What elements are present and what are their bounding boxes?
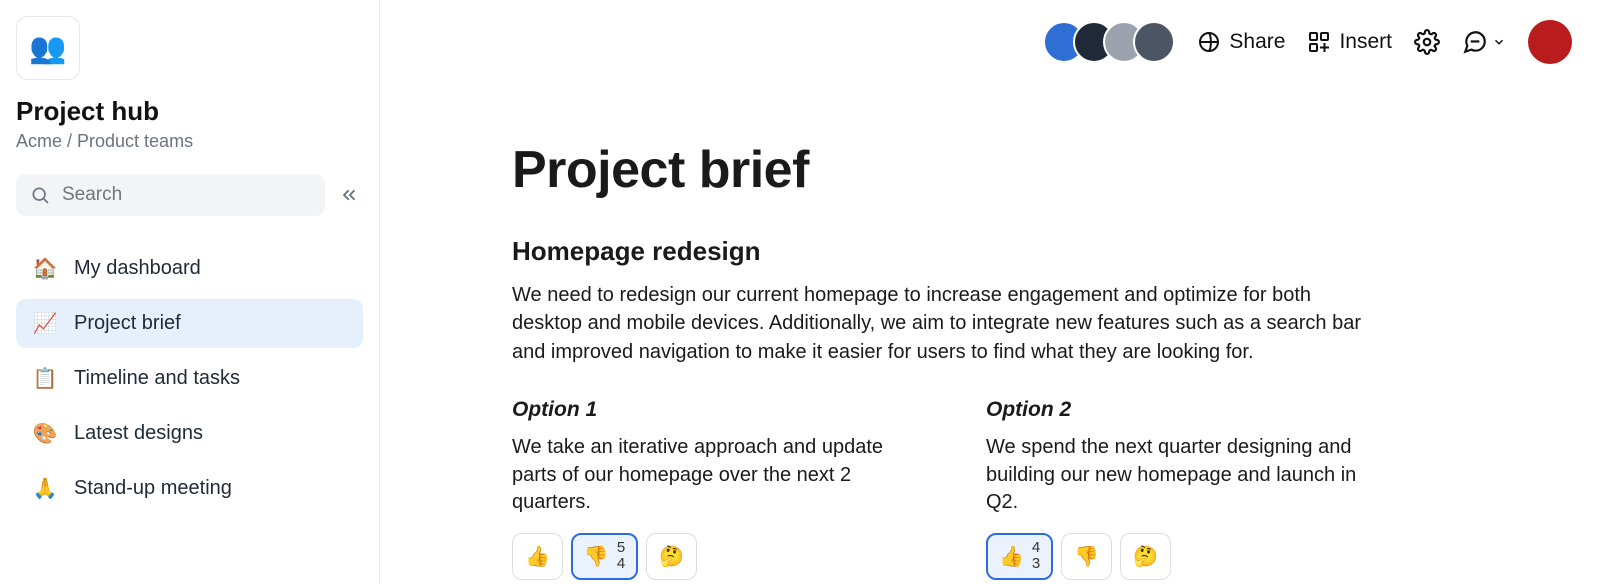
thumbs-up-icon: 👍 <box>999 544 1024 569</box>
reaction-row: 👍 4 3 👎 🤔 <box>986 533 1380 580</box>
reaction-thumbs-up[interactable]: 👍 <box>512 533 563 580</box>
reaction-thumbs-down[interactable]: 👎 5 4 <box>571 533 638 580</box>
nav-item-label: My dashboard <box>74 257 201 280</box>
thumbs-down-icon: 👎 <box>1074 544 1099 569</box>
nav-item-dashboard[interactable]: 🏠 My dashboard <box>16 244 363 293</box>
document: Project brief Homepage redesign We need … <box>380 0 1440 580</box>
nav-item-label: Timeline and tasks <box>74 367 240 390</box>
hands-icon: 🙏 <box>32 476 58 501</box>
reaction-thinking[interactable]: 🤔 <box>1120 533 1171 580</box>
option-heading: Option 1 <box>512 398 906 422</box>
chevron-double-left-icon <box>339 185 359 205</box>
figma-icon: 🎨 <box>32 421 58 446</box>
insert-label: Insert <box>1339 30 1392 54</box>
comments-button[interactable] <box>1462 29 1506 55</box>
clipboard-icon: 📋 <box>32 366 58 391</box>
option-1: Option 1 We take an iterative approach a… <box>512 398 906 580</box>
reaction-count: 5 4 <box>617 540 625 573</box>
reaction-row: 👍 👎 5 4 🤔 <box>512 533 906 580</box>
reaction-thumbs-down[interactable]: 👎 <box>1061 533 1112 580</box>
topbar: Share Insert <box>1043 20 1572 64</box>
current-user-avatar[interactable] <box>1528 20 1572 64</box>
collapse-sidebar-button[interactable] <box>335 181 363 209</box>
main-content: Share Insert Project brief Homepage rede… <box>380 0 1600 584</box>
chart-icon: 📈 <box>32 311 58 336</box>
reaction-thinking[interactable]: 🤔 <box>646 533 697 580</box>
home-icon: 🏠 <box>32 256 58 281</box>
insert-button[interactable]: Insert <box>1307 30 1392 54</box>
thumbs-up-icon: 👍 <box>525 544 550 569</box>
thinking-icon: 🤔 <box>659 544 684 569</box>
thinking-icon: 🤔 <box>1133 544 1158 569</box>
option-2: Option 2 We spend the next quarter desig… <box>986 398 1380 580</box>
nav-item-standup[interactable]: 🙏 Stand-up meeting <box>16 464 363 513</box>
thumbs-down-icon: 👎 <box>584 544 609 569</box>
globe-icon <box>1197 30 1221 54</box>
nav-item-label: Project brief <box>74 312 181 335</box>
section-heading: Homepage redesign <box>512 236 1380 267</box>
search-input[interactable] <box>62 184 311 206</box>
gear-icon <box>1414 29 1440 55</box>
workspace-icon[interactable]: 👥 <box>16 16 80 80</box>
chevron-down-icon <box>1492 35 1506 49</box>
workspace-breadcrumb[interactable]: Acme / Product teams <box>16 131 363 152</box>
search-box[interactable] <box>16 174 325 216</box>
nav-item-timeline[interactable]: 📋 Timeline and tasks <box>16 354 363 403</box>
grid-plus-icon <box>1307 30 1331 54</box>
page-title: Project brief <box>512 140 1380 200</box>
option-body: We spend the next quarter designing and … <box>986 434 1380 517</box>
option-heading: Option 2 <box>986 398 1380 422</box>
nav-item-designs[interactable]: 🎨 Latest designs <box>16 409 363 458</box>
share-button[interactable]: Share <box>1197 30 1285 54</box>
comment-icon <box>1462 29 1488 55</box>
workspace-title: Project hub <box>16 96 363 127</box>
nav-item-label: Latest designs <box>74 422 203 445</box>
reaction-count: 4 3 <box>1032 540 1040 573</box>
sidebar-nav: 🏠 My dashboard 📈 Project brief 📋 Timelin… <box>16 244 363 513</box>
section-body: We need to redesign our current homepage… <box>512 281 1380 366</box>
sidebar: 👥 Project hub Acme / Product teams 🏠 My … <box>0 0 380 584</box>
nav-item-label: Stand-up meeting <box>74 477 232 500</box>
search-icon <box>30 185 50 205</box>
nav-item-project-brief[interactable]: 📈 Project brief <box>16 299 363 348</box>
collaborator-facepile[interactable] <box>1043 21 1175 63</box>
avatar[interactable] <box>1133 21 1175 63</box>
settings-button[interactable] <box>1414 29 1440 55</box>
reaction-thumbs-up[interactable]: 👍 4 3 <box>986 533 1053 580</box>
share-label: Share <box>1229 30 1285 54</box>
options-columns: Option 1 We take an iterative approach a… <box>512 398 1380 580</box>
option-body: We take an iterative approach and update… <box>512 434 906 517</box>
